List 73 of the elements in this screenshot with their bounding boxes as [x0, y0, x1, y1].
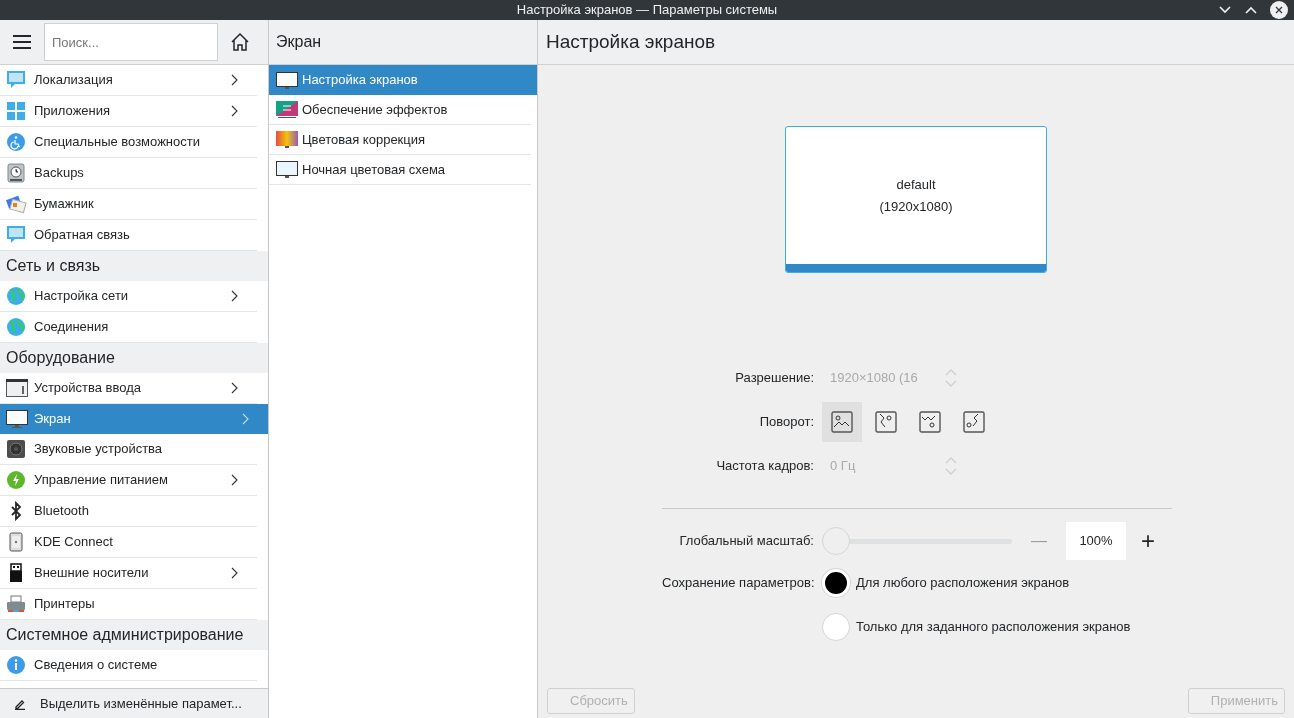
sidebar-item[interactable]: Экран — [0, 404, 268, 434]
field-label: Сохранение параметров: — [662, 574, 816, 593]
subpanel-item[interactable]: Настройка экранов — [269, 65, 537, 95]
panel-title: Экран — [276, 32, 322, 52]
scale-slider[interactable] — [822, 526, 1012, 556]
field-label: Поворот: — [758, 413, 815, 432]
sidebar-item[interactable]: Внешние носители — [0, 558, 257, 588]
minimize-icon[interactable] — [1218, 5, 1232, 15]
page-title: Настройка экранов — [546, 29, 716, 54]
sidebar-item[interactable]: Обратная связь — [0, 220, 257, 250]
info-icon — [6, 655, 28, 675]
sidebar-item[interactable]: Звуковые устройства — [0, 434, 257, 464]
rotation-icon — [831, 411, 853, 433]
grid-icon — [6, 101, 28, 121]
sidebar-item[interactable]: Backups — [0, 158, 257, 188]
sidebar-item[interactable]: Сведения о системе — [0, 650, 257, 680]
cards-icon — [6, 194, 28, 214]
scale-value-field[interactable]: 100% — [1066, 522, 1126, 560]
display-output[interactable]: default (1920x1080) — [785, 126, 1047, 273]
sidebar-item[interactable]: Настройка сети — [0, 281, 257, 311]
speech-bubble-icon — [6, 70, 28, 90]
window-title: Настройка экранов — Параметры системы — [515, 1, 779, 19]
sidebar-item[interactable]: Bluetooth — [0, 496, 257, 526]
sidebar-item[interactable]: Специальные возможности — [0, 127, 257, 157]
rotation-icon — [963, 411, 985, 433]
speaker-icon — [6, 439, 28, 459]
sidebar-item[interactable]: KDE Connect — [0, 527, 257, 557]
rotation-icon — [919, 411, 941, 433]
effects-icon — [276, 100, 298, 119]
radio-label[interactable]: Только для заданного расположения экранов — [856, 617, 1131, 637]
power-icon — [6, 470, 28, 490]
printer-icon — [6, 594, 28, 614]
color-monitor-icon — [276, 130, 298, 149]
sidebar-item[interactable]: Бумажник — [0, 189, 257, 219]
sidebar-item[interactable]: Локализация — [0, 65, 257, 95]
subpanel-item[interactable]: Обеспечение эффектов — [269, 95, 531, 125]
sidebar-item[interactable]: Приложения — [0, 96, 257, 126]
subpanel-item[interactable]: Ночная цветовая схема — [269, 155, 531, 185]
sidebar-item[interactable]: Принтеры — [0, 589, 257, 619]
accessibility-icon — [6, 132, 28, 152]
field-label: Частота кадров: — [715, 457, 815, 476]
drive-clock-icon — [6, 163, 28, 183]
rotation-icon — [875, 411, 897, 433]
highlight-changed-button[interactable]: Выделить изменённые парамет... — [0, 688, 268, 718]
sidebar-item[interactable]: Соединения — [0, 312, 257, 342]
subpanel-item[interactable]: Цветовая коррекция — [269, 125, 531, 155]
spin-arrows-icon — [944, 368, 958, 388]
field-label: Разрешение: — [734, 369, 815, 388]
menu-icon[interactable] — [12, 34, 32, 50]
radio-label[interactable]: Для любого расположения экранов — [856, 573, 1070, 593]
monitor-icon — [6, 409, 28, 429]
radio-button[interactable] — [822, 613, 850, 641]
output-resolution: (1920x1080) — [879, 197, 953, 216]
sidebar-item[interactable]: Устройства ввода — [0, 373, 257, 403]
increase-button[interactable]: + — [1138, 529, 1158, 553]
category-heading: Сеть и связь — [0, 251, 268, 281]
sidebar-item[interactable]: Управление питанием — [0, 465, 257, 495]
monitor-icon — [276, 160, 298, 179]
speech-bubble-icon — [6, 225, 28, 245]
monitor-icon — [276, 70, 298, 90]
rotation-button[interactable] — [822, 402, 862, 442]
globe-icon — [6, 286, 28, 306]
close-icon[interactable] — [1270, 1, 1288, 19]
spin-arrows-icon — [944, 456, 958, 476]
category-heading: Системное администрирование — [0, 620, 268, 650]
globe-icon — [6, 317, 28, 337]
search-field[interactable]: Поиск... — [44, 23, 218, 61]
home-icon[interactable] — [230, 32, 250, 52]
window-icon — [6, 378, 28, 398]
field-label: Глобальный масштаб: — [678, 532, 815, 551]
output-name: default — [896, 175, 936, 194]
category-heading: Оборудование — [0, 343, 268, 373]
maximize-icon[interactable] — [1244, 5, 1258, 15]
